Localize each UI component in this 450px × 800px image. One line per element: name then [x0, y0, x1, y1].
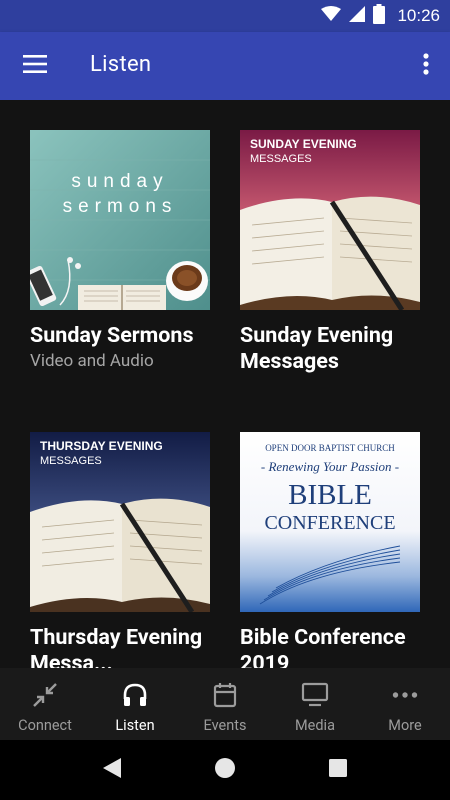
- more-vertical-icon: [423, 53, 429, 79]
- status-bar: 10:26: [0, 0, 450, 32]
- app-bar: Listen: [0, 32, 450, 100]
- hamburger-menu-icon: [23, 55, 47, 77]
- sunday-evening-artwork: SUNDAY EVENING MESSAGES: [240, 130, 420, 310]
- nav-listen[interactable]: Listen: [90, 668, 180, 740]
- recents-icon: [328, 758, 348, 782]
- series-title: Sunday Sermons: [30, 323, 194, 348]
- calendar-icon: [211, 681, 239, 709]
- thursday-evening-artwork: THURSDAY EVENING MESSAGES: [30, 432, 210, 612]
- nav-label: Media: [295, 717, 335, 734]
- system-home-button[interactable]: [213, 758, 237, 782]
- art-text-line-1: THURSDAY EVENING: [40, 439, 163, 453]
- nav-more[interactable]: More: [360, 668, 450, 740]
- series-subtitle: Video and Audio: [30, 351, 154, 371]
- series-card-sunday-sermons[interactable]: sunday sermons Sunday Sermons Video and …: [30, 130, 210, 371]
- cell-signal-icon: [349, 6, 366, 26]
- art-text-line-1: sunday: [71, 171, 168, 192]
- page-title: Listen: [90, 52, 152, 77]
- status-time: 10:26: [397, 6, 440, 25]
- back-icon: [102, 757, 122, 783]
- battery-icon: [373, 4, 386, 28]
- nav-label: Connect: [18, 717, 72, 734]
- monitor-icon: [301, 681, 329, 709]
- nav-connect[interactable]: Connect: [0, 668, 90, 740]
- bible-conference-artwork: OPEN DOOR BAPTIST CHURCH - Renewing Your…: [240, 432, 420, 612]
- series-title: Sunday Evening Messages: [240, 323, 394, 374]
- menu-button[interactable]: [14, 46, 56, 86]
- art-text-line-1: SUNDAY EVENING: [250, 137, 357, 151]
- art-text-line-2: - Renewing Your Passion -: [261, 459, 399, 474]
- art-text-line-1: OPEN DOOR BAPTIST CHURCH: [265, 443, 395, 453]
- nav-label: Listen: [115, 717, 155, 734]
- bottom-nav: Connect Listen Events Media More: [0, 668, 450, 740]
- nav-label: Events: [203, 717, 247, 734]
- nav-label: More: [388, 717, 422, 734]
- art-text-line-2: sermons: [63, 196, 178, 217]
- wifi-icon: [321, 6, 342, 26]
- nav-media[interactable]: Media: [270, 668, 360, 740]
- art-text-line-4: CONFERENCE: [264, 512, 395, 534]
- series-card-thursday-evening[interactable]: THURSDAY EVENING MESSAGES Thursday Eveni…: [30, 432, 210, 668]
- system-nav-bar: [0, 740, 450, 800]
- series-title: Bible Conference 2019: [240, 625, 406, 668]
- headphones-icon: [121, 681, 149, 709]
- series-card-sunday-evening[interactable]: SUNDAY EVENING MESSAGES Sunday Evening M…: [240, 130, 420, 375]
- sunday-sermons-artwork: sunday sermons: [30, 130, 210, 310]
- nav-events[interactable]: Events: [180, 668, 270, 740]
- art-text-line-3: BIBLE: [288, 479, 372, 511]
- status-icons: 10:26: [321, 4, 440, 28]
- series-title: Thursday Evening Messa...: [30, 625, 203, 668]
- connect-arrows-icon: [31, 681, 59, 709]
- art-text-line-2: MESSAGES: [250, 153, 312, 165]
- art-text-line-2: MESSAGES: [40, 455, 102, 467]
- more-horizontal-icon: [391, 681, 419, 709]
- system-recents-button[interactable]: [326, 758, 350, 782]
- series-grid: sunday sermons Sunday Sermons Video and …: [0, 100, 450, 668]
- system-back-button[interactable]: [100, 758, 124, 782]
- overflow-menu-button[interactable]: [414, 46, 438, 86]
- series-card-bible-conference[interactable]: OPEN DOOR BAPTIST CHURCH - Renewing Your…: [240, 432, 420, 668]
- home-icon: [214, 757, 236, 783]
